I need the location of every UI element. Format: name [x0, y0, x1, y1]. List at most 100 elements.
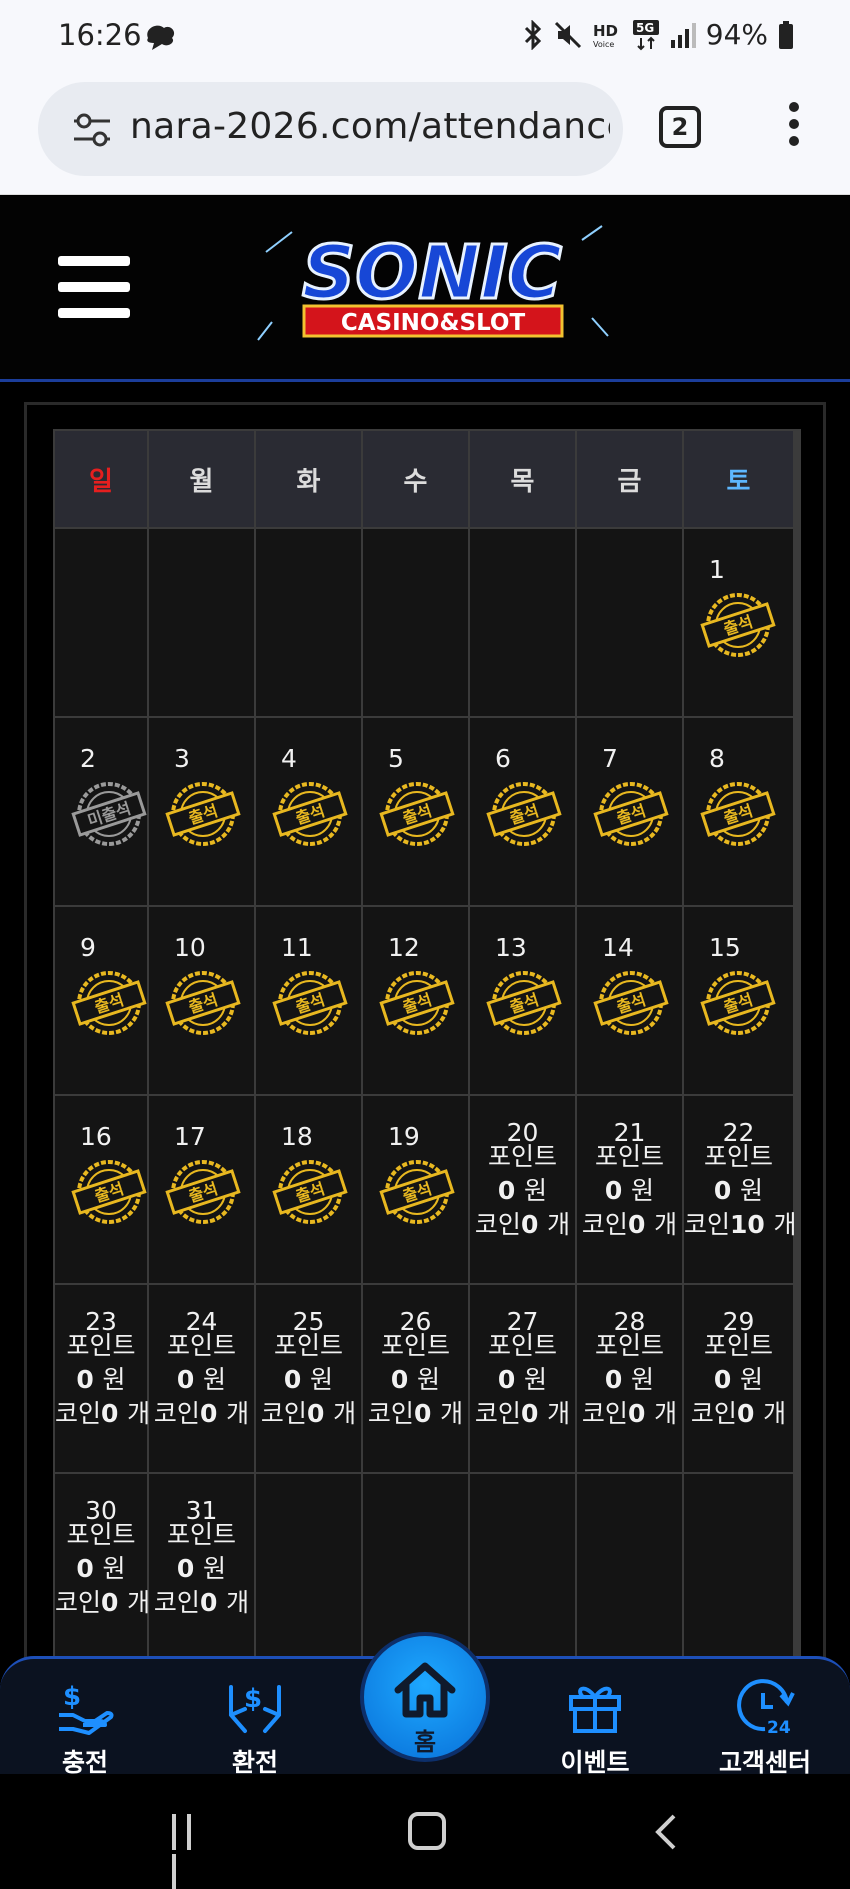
calendar-day-cell[interactable]: 27 포인트 0 원 코인0 개	[470, 1285, 575, 1472]
calendar-day-cell[interactable]: 17 출석	[149, 1096, 254, 1283]
coin-value: 0	[199, 1588, 218, 1617]
calendar-day-cell[interactable]: 18 출석	[256, 1096, 361, 1283]
calendar-day-cell[interactable]: 26 포인트 0 원 코인0 개	[363, 1285, 468, 1472]
calendar-day-cell[interactable]: 7 출석	[577, 718, 682, 905]
day-number: 17	[174, 1122, 206, 1151]
attended-stamp: 출석	[377, 967, 457, 1039]
missed-stamp-icon: 미출석	[71, 782, 147, 846]
calendar-day-cell[interactable]: 21 포인트 0 원 코인0 개	[577, 1096, 682, 1283]
calendar-day-cell[interactable]: 1 출석	[684, 529, 793, 716]
nav-deposit[interactable]: $ 충전	[15, 1659, 155, 1777]
calendar-day-cell[interactable]: 23 포인트 0 원 코인0 개	[55, 1285, 150, 1472]
deposit-icon: $	[59, 1682, 114, 1735]
status-icons: HD Voice 5G 94%	[522, 18, 794, 51]
point-value: 0	[713, 1176, 732, 1205]
attended-stamp: 출석	[484, 778, 564, 850]
point-label: 포인트	[66, 1331, 136, 1360]
attended-stamp: 출석	[270, 778, 350, 850]
attended-stamp: 출석	[591, 967, 671, 1039]
hamburger-menu-icon[interactable]	[58, 256, 130, 318]
weekday-thu: 목	[470, 431, 575, 527]
calendar-day-cell[interactable]: 24 포인트 0 원 코인0 개	[149, 1285, 254, 1472]
signal-icon	[670, 22, 696, 48]
calendar-day-cell[interactable]: 14 출석	[577, 907, 682, 1094]
coin-value: 0	[520, 1210, 539, 1239]
calendar-day-cell[interactable]: 29 포인트 0 원 코인0 개	[684, 1285, 793, 1472]
calendar-day-cell[interactable]: 12 출석	[363, 907, 468, 1094]
attended-stamp: 출석	[69, 967, 149, 1039]
calendar-empty-cell	[55, 529, 147, 716]
calendar-day-cell[interactable]: 13 출석	[470, 907, 575, 1094]
calendar-day-cell[interactable]: 8 출석	[684, 718, 793, 905]
nav-home-button[interactable]: 홈	[360, 1632, 490, 1762]
calendar-day-cell[interactable]: 28 포인트 0 원 코인0 개	[577, 1285, 682, 1472]
calendar-day-cell[interactable]: 9 출석	[55, 907, 147, 1094]
nav-withdraw[interactable]: $ 환전	[185, 1659, 325, 1777]
point-label: 포인트	[703, 1142, 773, 1171]
attended-stamp-icon: 출석	[486, 782, 562, 846]
calendar-day-cell[interactable]: 4 출석	[256, 718, 361, 905]
site-logo[interactable]: SONIC CASINO&SLOT	[252, 222, 612, 350]
weekday-mon: 월	[149, 431, 254, 527]
point-label: 포인트	[380, 1331, 450, 1360]
hd-voice-icon: HD Voice	[593, 22, 618, 49]
battery-percent: 94%	[705, 18, 768, 51]
attendance-calendar: 일 월 화 수 목 금 토 1 출석 2 미출석 3 출석 4 출석 5 출석 6 출석 7 출석 8 출석 9…	[24, 402, 826, 1702]
calendar-empty-cell	[256, 529, 361, 716]
recents-icon[interactable]	[172, 1814, 212, 1889]
won-label: 원	[524, 1176, 548, 1205]
weekday-sat: 토	[684, 431, 793, 527]
day-number: 9	[80, 933, 96, 962]
attended-stamp-icon: 출석	[272, 782, 348, 846]
attended-stamp: 출석	[270, 967, 350, 1039]
point-label: 포인트	[273, 1331, 343, 1360]
calendar-day-cell[interactable]: 3 출석	[149, 718, 254, 905]
calendar-day-cell[interactable]: 15 출석	[684, 907, 793, 1094]
calendar-day-cell[interactable]: 2 미출석	[55, 718, 147, 905]
svg-text:$: $	[63, 1682, 81, 1712]
calendar-day-cell[interactable]: 19 출석	[363, 1096, 468, 1283]
calendar-day-cell[interactable]: 6 출석	[470, 718, 575, 905]
attended-stamp-icon: 출석	[700, 971, 776, 1035]
calendar-day-cell[interactable]: 16 출석	[55, 1096, 147, 1283]
back-icon[interactable]	[652, 1812, 682, 1852]
reward-info: 포인트 0 원 코인0 개	[55, 1518, 150, 1620]
day-number: 15	[709, 933, 741, 962]
coin-label: 코인	[474, 1210, 521, 1239]
calendar-empty-cell	[363, 529, 468, 716]
attended-stamp-icon: 출석	[71, 971, 147, 1035]
calendar-day-cell[interactable]: 22 포인트 0 원 코인10 개	[684, 1096, 797, 1283]
calendar-day-cell[interactable]: 25 포인트 0 원 코인0 개	[256, 1285, 361, 1472]
site-settings-icon[interactable]	[72, 112, 112, 148]
browser-menu-icon[interactable]	[784, 102, 804, 154]
won-label: 원	[740, 1176, 764, 1205]
point-value: 0	[176, 1365, 195, 1394]
reward-info: 포인트 0 원 코인0 개	[256, 1329, 361, 1431]
attended-stamp: 출석	[163, 1156, 243, 1228]
calendar-day-cell[interactable]: 10 출석	[149, 907, 254, 1094]
day-number: 16	[80, 1122, 112, 1151]
support-24-icon: 24	[737, 1679, 795, 1735]
day-number: 18	[281, 1122, 313, 1151]
system-home-icon[interactable]	[408, 1812, 446, 1850]
coin-value: 0	[736, 1399, 755, 1428]
calendar-day-cell[interactable]: 30 포인트 0 원 코인0 개	[55, 1474, 150, 1661]
calendar-day-cell[interactable]: 20 포인트 0 원 코인0 개	[470, 1096, 575, 1283]
tab-switcher-button[interactable]: 2	[659, 106, 701, 148]
point-value: 0	[176, 1554, 195, 1583]
address-bar[interactable]: nara-2026.com/attendance2.	[38, 82, 623, 176]
nav-support[interactable]: 24 고객센터	[695, 1659, 835, 1777]
calendar-day-cell[interactable]: 11 출석	[256, 907, 361, 1094]
coin-label: 코인	[690, 1399, 737, 1428]
calendar-empty-cell	[256, 1474, 361, 1661]
calendar-day-cell[interactable]: 31 포인트 0 원 코인0 개	[149, 1474, 254, 1661]
nav-event[interactable]: 이벤트	[525, 1659, 665, 1777]
day-number: 13	[495, 933, 527, 962]
calendar-day-cell[interactable]: 5 출석	[363, 718, 468, 905]
day-number: 3	[174, 744, 190, 773]
reward-info: 포인트 0 원 코인0 개	[577, 1140, 682, 1242]
count-label: 개	[654, 1399, 678, 1428]
reward-info: 포인트 0 원 코인0 개	[149, 1329, 254, 1431]
url-text[interactable]: nara-2026.com/attendance2.	[130, 106, 610, 147]
reward-info: 포인트 0 원 코인0 개	[149, 1518, 254, 1620]
